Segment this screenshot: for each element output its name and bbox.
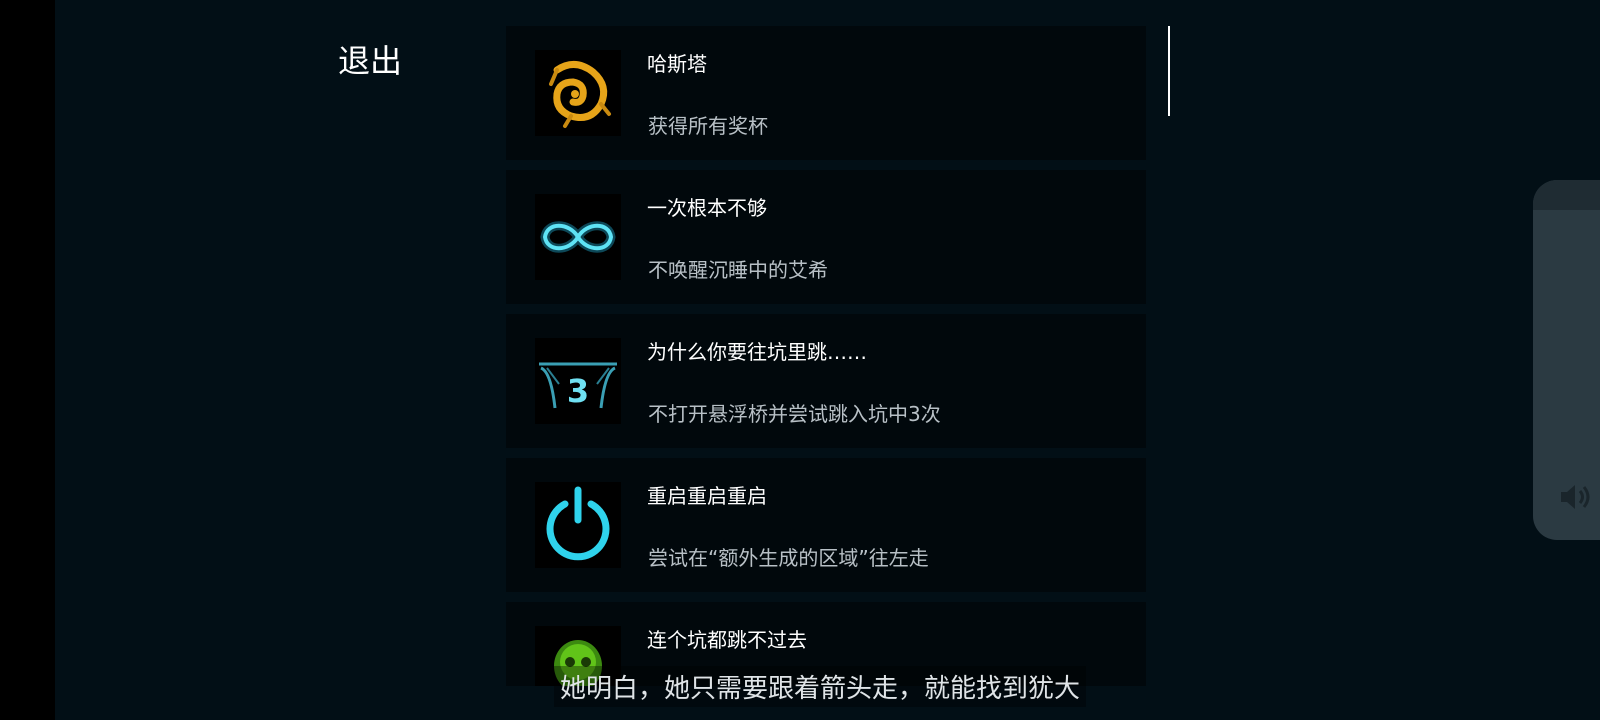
achievement-title: 为什么你要往坑里跳……: [647, 340, 867, 364]
achievement-description: 获得所有奖杯: [648, 114, 768, 138]
achievement-description: 不打开悬浮桥并尝试跳入坑中3次: [648, 402, 941, 426]
bridge-pit-icon: 3: [535, 338, 621, 424]
achievement-list[interactable]: 哈斯塔 获得所有奖杯 一次根本不够 不唤醒沉睡中的艾希 3 为什么你要往坑里跳……: [506, 26, 1150, 686]
achievement-title: 连个坑都跳不过去: [647, 628, 807, 652]
achievement-description: 尝试在“额外生成的区域”往左走: [648, 546, 929, 570]
bridge-pit-count: 3: [567, 372, 589, 410]
achievement-card-pit-jump[interactable]: 3 为什么你要往坑里跳…… 不打开悬浮桥并尝试跳入坑中3次: [506, 314, 1146, 448]
infinity-icon: [535, 194, 621, 280]
left-black-bar: [0, 0, 55, 720]
achievement-card-restart[interactable]: 重启重启重启 尝试在“额外生成的区域”往左走: [506, 458, 1146, 592]
achievement-card-infinity[interactable]: 一次根本不够 不唤醒沉睡中的艾希: [506, 170, 1146, 304]
hastur-sigil-icon: [535, 50, 621, 136]
speaker-icon[interactable]: [1559, 482, 1593, 516]
side-panel-header: [1533, 180, 1600, 210]
list-scrollbar[interactable]: [1168, 26, 1170, 116]
achievement-title: 一次根本不够: [647, 196, 767, 220]
exit-button[interactable]: 退出: [338, 36, 402, 82]
achievement-title: 重启重启重启: [647, 484, 767, 508]
power-icon: [535, 482, 621, 568]
achievement-card-hastur[interactable]: 哈斯塔 获得所有奖杯: [506, 26, 1146, 160]
side-volume-panel[interactable]: [1533, 180, 1600, 540]
achievements-screen: 退出 哈斯塔 获得所有奖杯 一次根本不够 不唤醒沉睡中的艾希 3 为什么你要往坑…: [55, 0, 1600, 720]
dialogue-subtitle: 她明白，她只需要跟着箭头走，就能找到犹大: [554, 666, 1087, 707]
achievement-description: 不唤醒沉睡中的艾希: [648, 258, 828, 282]
achievement-title: 哈斯塔: [647, 52, 707, 76]
